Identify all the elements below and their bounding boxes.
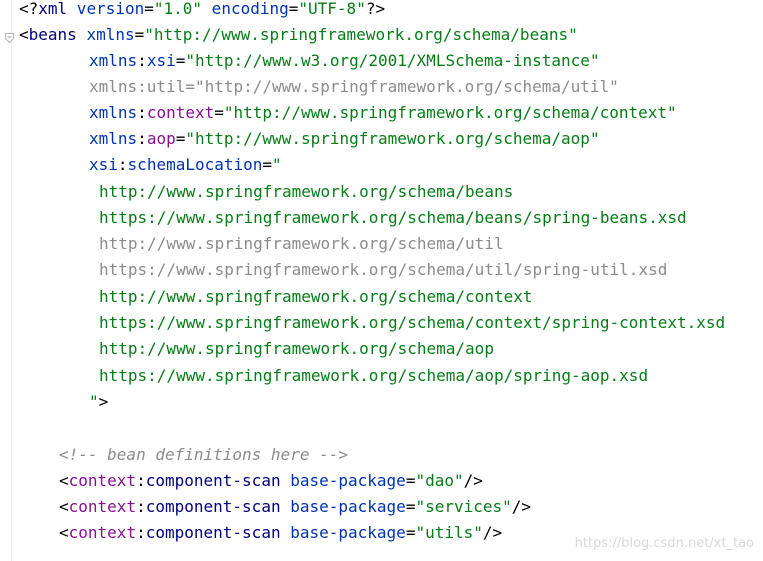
code-token: < bbox=[59, 497, 69, 516]
code-token: "dao" bbox=[415, 471, 464, 490]
code-token: : bbox=[136, 497, 146, 516]
code-token: = bbox=[175, 51, 186, 70]
code-token: aop bbox=[146, 129, 176, 148]
code-token: context bbox=[68, 497, 137, 516]
code-line-15: https://www.springframework.org/schema/a… bbox=[99, 366, 649, 385]
code-line-13: https://www.springframework.org/schema/c… bbox=[99, 313, 726, 332]
code-token: beans bbox=[28, 25, 77, 44]
code-token: context bbox=[68, 471, 137, 490]
code-line-1: <?xml version="1.0" encoding="UTF-8"?> bbox=[19, 0, 385, 22]
code-token: " bbox=[89, 392, 99, 411]
code-line-16: "> bbox=[89, 389, 108, 415]
code-line-8: http://www.springframework.org/schema/be… bbox=[99, 182, 514, 201]
code-line-9: https://www.springframework.org/schema/b… bbox=[99, 208, 687, 227]
code-line-5: xmlns:context="http://www.springframewor… bbox=[89, 100, 677, 126]
code-token: "utils" bbox=[415, 523, 483, 542]
code-token: = bbox=[144, 0, 154, 18]
code-token: "UTF-8" bbox=[298, 0, 366, 18]
code-line-14: http://www.springframework.org/schema/ao… bbox=[99, 339, 494, 358]
code-token: = bbox=[262, 155, 273, 174]
code-token: = bbox=[175, 129, 186, 148]
code-token: < bbox=[59, 471, 69, 490]
code-token: ?> bbox=[365, 0, 386, 18]
code-token: = bbox=[405, 523, 416, 542]
code-token: : bbox=[137, 129, 147, 148]
code-token: encoding bbox=[202, 0, 289, 18]
code-line-10: http://www.springframework.org/schema/ut… bbox=[99, 234, 504, 253]
code-line-18: <!-- bean definitions here --> bbox=[59, 445, 348, 464]
code-token: xml bbox=[38, 0, 68, 18]
code-line-2: <beans xmlns="http://www.springframework… bbox=[19, 22, 578, 48]
code-token: : bbox=[117, 155, 128, 174]
code-token: xmlns bbox=[89, 129, 138, 148]
code-token: xsi bbox=[89, 155, 118, 174]
code-token: = bbox=[288, 0, 299, 18]
code-token: = bbox=[134, 25, 145, 44]
code-token: context bbox=[68, 523, 137, 542]
code-token: = bbox=[214, 103, 224, 122]
code-token: schemaLocation bbox=[127, 155, 263, 174]
code-token: "http://www.springframework.org/schema/b… bbox=[144, 25, 578, 44]
code-token: "services" bbox=[415, 497, 512, 516]
code-token: xmlns bbox=[76, 25, 135, 44]
code-token: xmlns bbox=[89, 51, 138, 70]
code-token: < bbox=[59, 523, 69, 542]
gutter-divider bbox=[11, 0, 12, 561]
watermark: https://blog.csdn.net/xt_tao bbox=[574, 536, 754, 551]
code-token: : bbox=[137, 103, 147, 122]
code-token: component-scan bbox=[145, 523, 281, 542]
code-token: : bbox=[136, 523, 146, 542]
code-token: /> bbox=[482, 523, 503, 542]
code-token: " bbox=[272, 155, 282, 174]
code-line-11: https://www.springframework.org/schema/u… bbox=[99, 260, 668, 279]
code-line-6: xmlns:aop="http://www.springframework.or… bbox=[89, 126, 600, 152]
code-line-12: http://www.springframework.org/schema/co… bbox=[99, 287, 533, 306]
code-token: /> bbox=[511, 497, 532, 516]
code-token: context bbox=[146, 103, 215, 122]
code-token: = bbox=[405, 497, 416, 516]
code-token: component-scan bbox=[145, 497, 281, 516]
code-token: "http://www.springframework.org/schema/a… bbox=[185, 129, 600, 148]
code-token: xmlns:util="http://www.springframework.o… bbox=[89, 77, 619, 96]
code-token: xsi bbox=[146, 51, 176, 70]
code-line-19: <context:component-scan base-package="da… bbox=[59, 468, 483, 494]
code-token: > bbox=[98, 392, 109, 411]
code-line-7: xsi:schemaLocation=" bbox=[89, 152, 282, 178]
code-token: base-package bbox=[280, 471, 406, 490]
code-token: : bbox=[136, 471, 146, 490]
code-line-21: <context:component-scan base-package="ut… bbox=[59, 520, 502, 546]
code-line-3: xmlns:xsi="http://www.w3.org/2001/XMLSch… bbox=[89, 48, 600, 74]
code-token: version bbox=[67, 0, 145, 18]
code-token: : bbox=[137, 51, 147, 70]
code-token: = bbox=[405, 471, 416, 490]
code-token: base-package bbox=[280, 497, 406, 516]
code-token: component-scan bbox=[145, 471, 281, 490]
code-token: xmlns bbox=[89, 103, 138, 122]
code-token: "1.0" bbox=[153, 0, 203, 18]
code-editor[interactable]: <?xml version="1.0" encoding="UTF-8"?> <… bbox=[0, 0, 763, 561]
code-token: "http://www.springframework.org/schema/c… bbox=[223, 103, 677, 122]
code-line-4: xmlns:util="http://www.springframework.o… bbox=[89, 74, 619, 100]
fold-collapse-icon[interactable] bbox=[5, 33, 14, 43]
code-token: "http://www.w3.org/2001/XMLSchema-instan… bbox=[185, 51, 600, 70]
code-token: <? bbox=[19, 0, 39, 18]
code-token: base-package bbox=[280, 523, 406, 542]
code-token: < bbox=[19, 25, 29, 44]
code-line-20: <context:component-scan base-package="se… bbox=[59, 494, 531, 520]
code-token: /> bbox=[463, 471, 483, 490]
